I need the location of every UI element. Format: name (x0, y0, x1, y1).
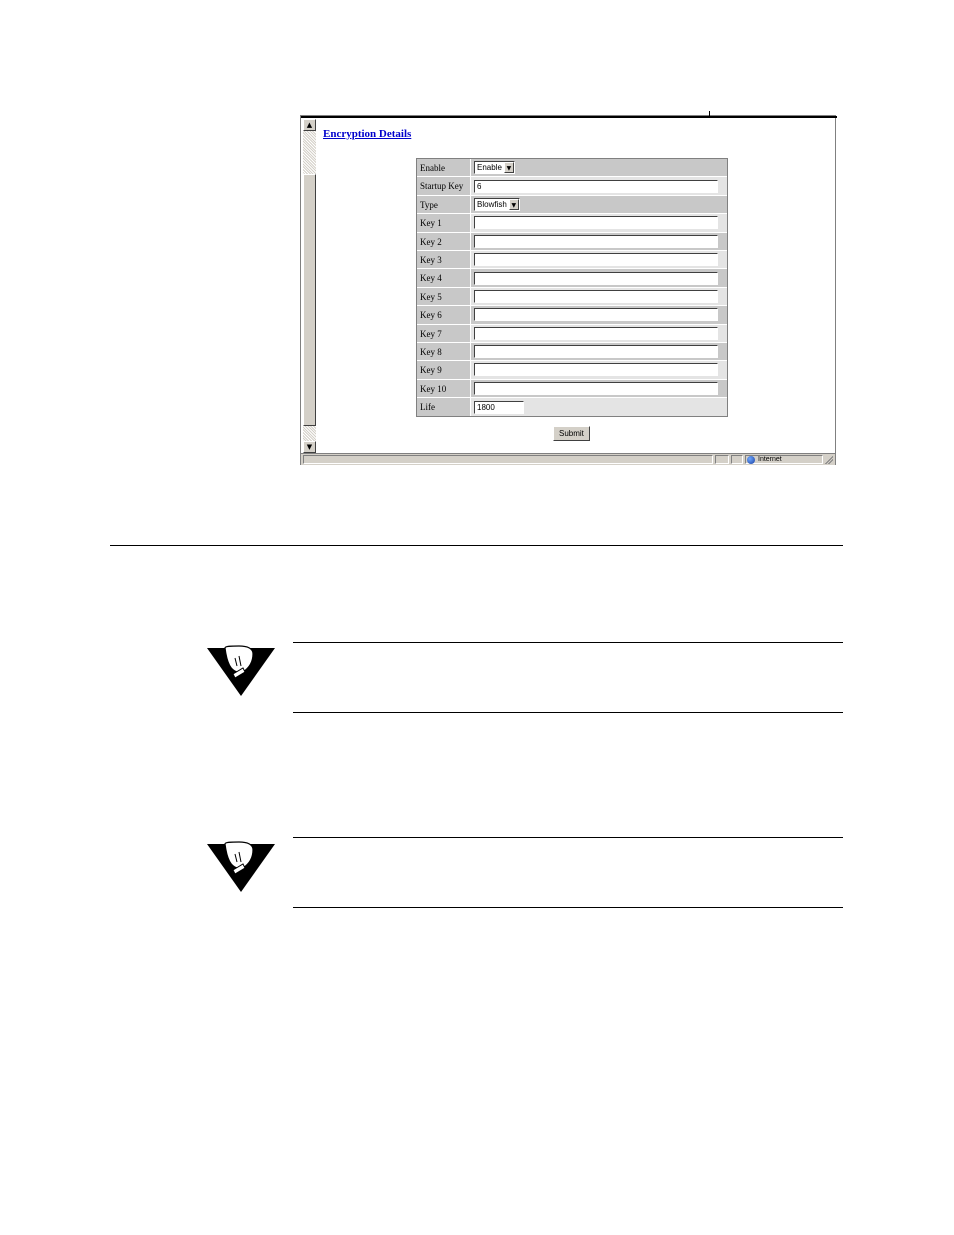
browser-window-screenshot: ▲ ▼ Encryption Details Enable Enable ▼ Star… (300, 111, 837, 465)
key-5-input[interactable] (474, 289, 718, 303)
note-top-rule (293, 642, 843, 643)
key-4-input[interactable] (474, 271, 718, 285)
form-row-label: Key 1 (417, 214, 471, 232)
status-pane-small (731, 455, 743, 464)
vertical-scrollbar[interactable]: ▲ ▼ (303, 119, 316, 453)
startup-key-input[interactable]: 6 (474, 179, 718, 193)
form-row-cell (471, 250, 727, 269)
form-row-cell: 6 (471, 177, 727, 195)
form-row-cell (471, 214, 727, 232)
form-row-label: Key 6 (417, 306, 471, 324)
form-row-cell (471, 232, 727, 250)
form-row-label: Key 5 (417, 287, 471, 306)
form-row-cell (471, 361, 727, 379)
globe-icon (747, 456, 755, 464)
status-bar: Internet (301, 453, 835, 465)
form-row-label: Life (417, 398, 471, 417)
key-6-input[interactable] (474, 308, 718, 322)
encryption-form-table: Enable Enable ▼ Startup Key 6 Type Blowfish ▼ Ke… (416, 158, 728, 418)
form-row-label: Key 7 (417, 324, 471, 342)
chevron-down-icon[interactable]: ▼ (508, 198, 519, 210)
form-row-label: Key 9 (417, 361, 471, 379)
form-row: Key 2 (417, 232, 727, 251)
zone-label: Internet (758, 456, 782, 463)
form-row: Life 1800 (417, 398, 727, 417)
form-row: Startup Key 6 (417, 177, 727, 196)
form-row: Key 6 (417, 306, 727, 325)
window-top-tick (709, 111, 710, 117)
form-row-cell (471, 306, 727, 324)
form-row-label: Key 3 (417, 250, 471, 269)
form-row-cell (471, 379, 727, 398)
scroll-down-arrow-icon[interactable]: ▼ (303, 441, 316, 453)
form-row: Key 9 (417, 361, 727, 380)
key-10-input[interactable] (474, 381, 718, 395)
status-pane-small (715, 455, 729, 464)
resize-grip-icon[interactable] (824, 455, 833, 464)
form-row-label: Key 4 (417, 269, 471, 287)
form-row-cell (471, 342, 727, 361)
key-3-input[interactable] (474, 253, 718, 267)
key-9-input[interactable] (474, 363, 718, 377)
form-row: Key 8 (417, 342, 727, 362)
form-row-label: Startup Key (417, 177, 471, 195)
form-row-cell (471, 269, 727, 287)
note-bottom-rule (293, 712, 843, 713)
enable-select-value: Enable (477, 163, 502, 173)
key-1-input[interactable] (474, 216, 718, 230)
key-8-input[interactable] (474, 345, 718, 359)
status-pane-main (303, 455, 713, 464)
form-row-label: Type (417, 195, 471, 214)
form-row-cell (471, 324, 727, 342)
form-row-label: Key 10 (417, 379, 471, 398)
note-bottom-rule (293, 907, 843, 908)
type-select[interactable]: Blowfish ▼ (474, 197, 520, 211)
type-select-value: Blowfish (477, 199, 507, 209)
encryption-details-link[interactable]: Encryption Details (323, 128, 411, 140)
form-row: Key 1 (417, 214, 727, 233)
key-2-input[interactable] (474, 234, 718, 248)
submit-button[interactable]: Submit (553, 426, 590, 441)
form-row-label: Enable (417, 159, 471, 177)
form-row-cell (471, 287, 727, 306)
lightbulb-note-icon (207, 645, 275, 696)
form-row-cell: Enable ▼ (471, 159, 727, 177)
section-divider (110, 545, 843, 546)
form-row: Type Blowfish ▼ (417, 195, 727, 215)
form-row: Key 3 (417, 250, 727, 270)
form-row: Key 5 (417, 287, 727, 307)
enable-select[interactable]: Enable ▼ (474, 161, 515, 175)
note-top-rule (293, 837, 843, 838)
form-row: Key 10 (417, 379, 727, 399)
form-row-label: Key 2 (417, 232, 471, 250)
form-row-cell: 1800 (471, 398, 727, 417)
scrollbar-thumb[interactable] (303, 174, 316, 426)
form-row: Key 7 (417, 324, 727, 343)
key-7-input[interactable] (474, 326, 718, 340)
form-row-label: Key 8 (417, 342, 471, 361)
form-row-cell: Blowfish ▼ (471, 195, 727, 214)
form-row: Key 4 (417, 269, 727, 288)
life-input[interactable]: 1800 (474, 400, 524, 414)
form-row: Enable Enable ▼ (417, 159, 727, 178)
lightbulb-note-icon (207, 841, 275, 892)
window-top-edge (301, 116, 837, 118)
chevron-down-icon[interactable]: ▼ (503, 162, 514, 174)
scroll-up-arrow-icon[interactable]: ▲ (303, 119, 316, 131)
status-pane-zone (745, 455, 823, 464)
